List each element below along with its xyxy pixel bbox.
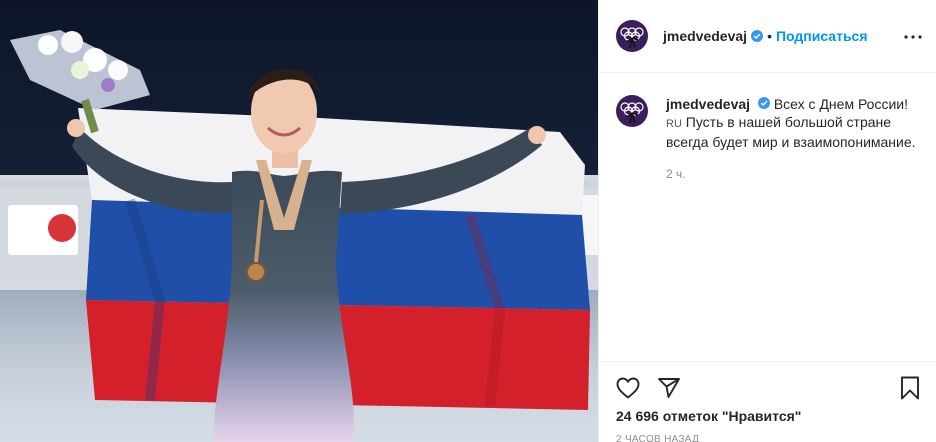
verified-badge-icon (757, 97, 770, 109)
heart-icon[interactable] (614, 374, 642, 402)
caption-timestamp[interactable]: 2 ч. (666, 165, 921, 183)
caption-body: jmedvedevaj Всех с Днем России! RU Пусть… (666, 95, 921, 183)
olympic-rings-icon (620, 27, 644, 49)
verified-badge-icon (751, 30, 764, 42)
caption-avatar[interactable] (616, 95, 648, 127)
caption: jmedvedevaj Всех с Днем России! RU Пусть… (616, 95, 921, 183)
bookmark-icon[interactable] (897, 374, 923, 402)
caption-text-line1: Всех с Днем России! (773, 96, 908, 112)
likes-count[interactable]: 24 696 отметок "Нравится" (616, 408, 801, 424)
avatar[interactable] (616, 20, 648, 52)
caption-text-rest: Пусть в нашей большой стране всегда буде… (666, 114, 916, 150)
post-sidebar: jmedvedevaj • Подписаться jmedvedevaj Вс… (598, 0, 936, 442)
follow-button[interactable]: Подписаться (776, 28, 868, 44)
posted-timestamp[interactable]: 2 ЧАСОВ НАЗАД (616, 434, 699, 442)
action-bar: 24 696 отметок "Нравится" 2 ЧАСОВ НАЗАД (599, 361, 936, 442)
photo-illustration (0, 0, 598, 442)
separator-dot: • (767, 28, 772, 44)
post-photo[interactable] (0, 0, 598, 442)
more-options-icon[interactable] (901, 26, 925, 48)
share-icon[interactable] (655, 374, 683, 402)
username[interactable]: jmedvedevaj (663, 28, 747, 44)
olympic-rings-icon (620, 102, 644, 124)
post-header: jmedvedevaj • Подписаться (599, 0, 936, 73)
caption-username[interactable]: jmedvedevaj (666, 96, 750, 112)
flag-emoji: RU (666, 118, 682, 130)
